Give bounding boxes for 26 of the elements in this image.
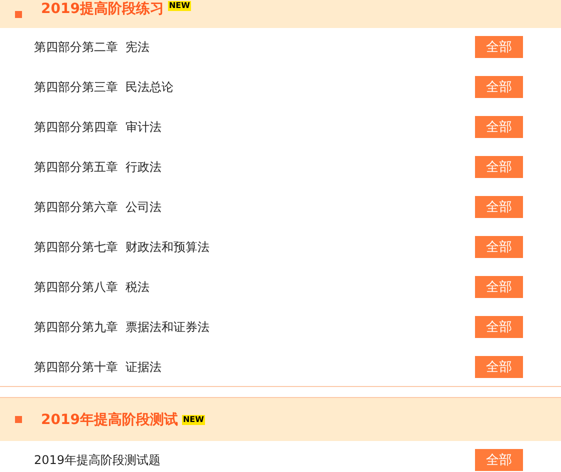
all-button[interactable]: 全部 xyxy=(475,236,523,258)
chapter-title: 第四部分第十章 证据法 xyxy=(34,358,162,376)
chapter-title: 第四部分第八章 税法 xyxy=(34,278,150,296)
section-title: 2019提高阶段练习 xyxy=(41,1,164,17)
all-button[interactable]: 全部 xyxy=(475,116,523,138)
new-badge: NEW xyxy=(168,1,191,11)
section-title: 2019年提高阶段测试 xyxy=(41,412,178,428)
chapter-title: 第四部分第七章 财政法和预算法 xyxy=(34,238,210,256)
all-button[interactable]: 全部 xyxy=(475,449,523,471)
chapter-title: 第四部分第三章 民法总论 xyxy=(34,78,174,96)
all-button[interactable]: 全部 xyxy=(475,276,523,298)
chapter-title: 第四部分第九章 票据法和证券法 xyxy=(34,318,210,336)
bullet-icon xyxy=(15,11,22,18)
all-button[interactable]: 全部 xyxy=(475,316,523,338)
all-button[interactable]: 全部 xyxy=(475,196,523,218)
chapter-title: 2019年提高阶段测试题 xyxy=(34,452,161,468)
all-button[interactable]: 全部 xyxy=(475,76,523,98)
new-badge: NEW xyxy=(182,414,205,424)
chapter-title: 第四部分第六章 公司法 xyxy=(34,198,162,216)
chapter-title: 第四部分第二章 宪法 xyxy=(34,38,150,56)
all-button[interactable]: 全部 xyxy=(475,36,523,58)
bullet-icon xyxy=(15,416,22,423)
all-button[interactable]: 全部 xyxy=(475,156,523,178)
all-button[interactable]: 全部 xyxy=(475,356,523,378)
chapter-title: 第四部分第五章 行政法 xyxy=(34,158,162,176)
chapter-title: 第四部分第四章 审计法 xyxy=(34,118,162,136)
